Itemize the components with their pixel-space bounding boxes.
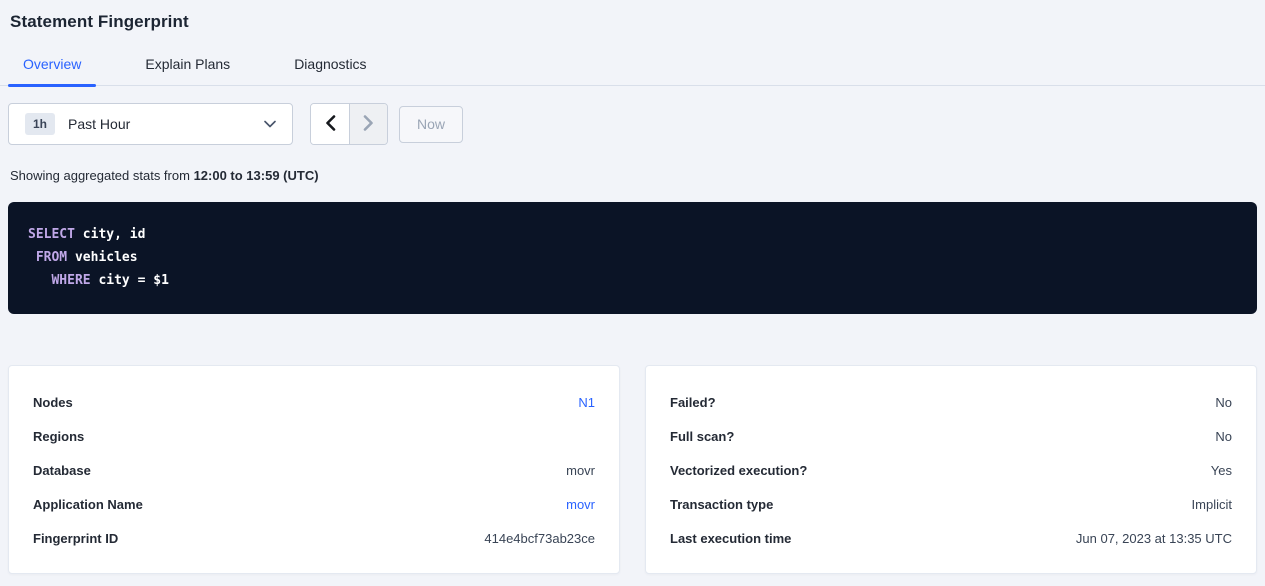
sql-line: FROM vehicles xyxy=(28,246,1237,269)
row-label: Full scan? xyxy=(670,429,734,444)
page-title: Statement Fingerprint xyxy=(0,0,1265,32)
row-database: Database movr xyxy=(33,453,595,487)
time-range-badge: 1h xyxy=(25,113,55,135)
sql-keyword: SELECT xyxy=(28,227,75,242)
prev-time-button[interactable] xyxy=(311,104,349,144)
application-name-link[interactable]: movr xyxy=(566,497,595,512)
row-fingerprint-id: Fingerprint ID 414e4bcf73ab23ce xyxy=(33,521,595,555)
row-value: 414e4bcf73ab23ce xyxy=(484,531,595,546)
stats-line-range: 12:00 to 13:59 (UTC) xyxy=(194,168,319,183)
row-value: Implicit xyxy=(1192,497,1232,512)
time-range-dropdown[interactable]: 1h Past Hour xyxy=(8,103,293,145)
sql-keyword: FROM xyxy=(36,250,67,265)
sql-text: city = $1 xyxy=(91,273,169,288)
sql-line: WHERE city = $1 xyxy=(28,269,1237,292)
row-last-execution-time: Last execution time Jun 07, 2023 at 13:3… xyxy=(670,521,1232,555)
chevron-down-icon xyxy=(264,120,276,128)
nodes-link[interactable]: N1 xyxy=(578,395,595,410)
row-value: No xyxy=(1215,429,1232,444)
time-toolbar: 1h Past Hour Now xyxy=(8,103,1257,145)
row-label: Transaction type xyxy=(670,497,773,512)
row-value: Jun 07, 2023 at 13:35 UTC xyxy=(1076,531,1232,546)
chevron-right-icon xyxy=(363,115,374,134)
row-vectorized-execution: Vectorized execution? Yes xyxy=(670,453,1232,487)
row-failed: Failed? No xyxy=(670,385,1232,419)
stats-line-prefix: Showing aggregated stats from xyxy=(10,168,194,183)
tab-explain-plans[interactable]: Explain Plans xyxy=(130,56,245,85)
row-label: Fingerprint ID xyxy=(33,531,118,546)
row-full-scan: Full scan? No xyxy=(670,419,1232,453)
sql-text xyxy=(28,250,36,265)
row-transaction-type: Transaction type Implicit xyxy=(670,487,1232,521)
aggregated-stats-line: Showing aggregated stats from 12:00 to 1… xyxy=(10,168,1257,183)
tab-bar: Overview Explain Plans Diagnostics xyxy=(0,56,1265,86)
sql-line: SELECT city, id xyxy=(28,223,1237,246)
row-nodes: Nodes N1 xyxy=(33,385,595,419)
execution-attributes-card: Failed? No Full scan? No Vectorized exec… xyxy=(645,365,1257,574)
row-label: Vectorized execution? xyxy=(670,463,807,478)
now-button[interactable]: Now xyxy=(399,106,463,143)
row-label: Failed? xyxy=(670,395,716,410)
sql-text: vehicles xyxy=(67,250,137,265)
row-label: Nodes xyxy=(33,395,73,410)
row-label: Database xyxy=(33,463,91,478)
chevron-left-icon xyxy=(325,115,336,134)
time-nav-button-group xyxy=(310,103,388,145)
row-regions: Regions xyxy=(33,419,595,453)
tab-overview[interactable]: Overview xyxy=(8,56,96,85)
row-value: Yes xyxy=(1211,463,1232,478)
time-range-label: Past Hour xyxy=(68,116,264,132)
row-label: Application Name xyxy=(33,497,143,512)
sql-text xyxy=(28,273,51,288)
tab-diagnostics[interactable]: Diagnostics xyxy=(279,56,381,85)
row-value: movr xyxy=(566,463,595,478)
row-label: Regions xyxy=(33,429,84,444)
sql-text: city, id xyxy=(75,227,145,242)
row-value: No xyxy=(1215,395,1232,410)
sql-keyword: WHERE xyxy=(51,273,90,288)
summary-cards: Nodes N1 Regions Database movr Applicati… xyxy=(8,365,1257,574)
next-time-button[interactable] xyxy=(349,104,387,144)
row-application-name: Application Name movr xyxy=(33,487,595,521)
sql-statement-box: SELECT city, id FROM vehicles WHERE city… xyxy=(8,202,1257,314)
statement-details-card: Nodes N1 Regions Database movr Applicati… xyxy=(8,365,620,574)
row-label: Last execution time xyxy=(670,531,791,546)
